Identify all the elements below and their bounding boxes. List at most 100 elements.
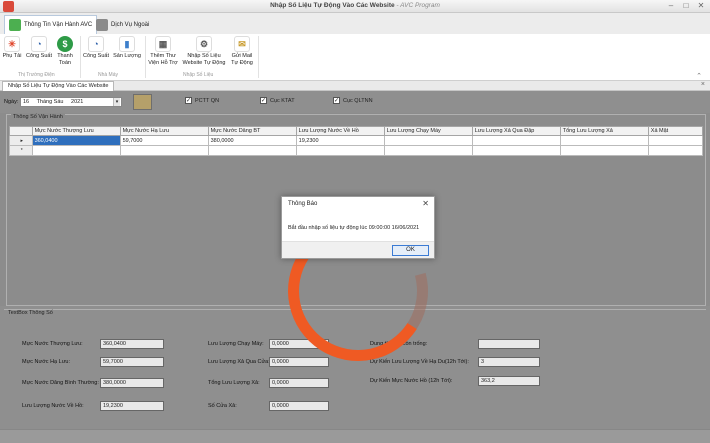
table-cell[interactable] [647, 145, 704, 156]
luu-luong-xa-qua-cua-input[interactable]: 0,0000 [269, 357, 329, 367]
ok-button[interactable]: OK [392, 245, 429, 256]
bar-chart-icon: ▮ [119, 36, 135, 52]
title-bar: Nhập Số Liệu Tự Động Vào Các Website - A… [0, 0, 710, 13]
tab-thong-tin-van-hanh[interactable]: Thông Tin Vận Hành AVC [4, 15, 98, 34]
table-cell[interactable] [383, 135, 473, 146]
button-label: Thanh Toán [57, 53, 73, 66]
library-icon: ▦ [155, 36, 171, 52]
date-picker[interactable]: 16 Tháng Sáu 2021 ▾ [20, 97, 122, 107]
checkbox-label: Cục KTAT [270, 97, 295, 104]
table-cell[interactable]: 360,0400 [31, 135, 121, 146]
column-header[interactable]: Tổng Lưu Lượng Xả [559, 126, 649, 136]
column-header[interactable]: Mực Nước Thượng Lưu [31, 126, 121, 136]
check-icon: ✓ [333, 97, 340, 104]
field-label: Dự Kiến Lưu Lượng Về Hạ Du(12h Tới): [370, 359, 469, 365]
so-cua-xa-input[interactable]: 0,0000 [269, 401, 329, 411]
table-cell[interactable] [119, 145, 209, 156]
button-label: Sản Lượng [113, 53, 141, 59]
table-cell[interactable] [295, 145, 385, 156]
status-bar [0, 429, 710, 443]
table-cell[interactable] [383, 145, 473, 156]
tools-icon [96, 18, 108, 31]
maximize-icon[interactable]: □ [681, 1, 691, 11]
group-separator [145, 36, 146, 78]
document-tab-label: Nhập Số Liệu Tự Động Vào Các Website [8, 83, 109, 89]
check-icon: ✓ [185, 97, 192, 104]
checkbox-cuc-qltnn[interactable]: ✓ Cục QLTNN [333, 97, 373, 104]
phu-tai-button[interactable]: ✳ Phụ Tải [2, 36, 22, 60]
gui-mail-button[interactable]: ✉ Gửi Mail Tự Động [229, 36, 255, 66]
table-cell[interactable] [207, 145, 297, 156]
table-cell[interactable]: 380,0000 [207, 135, 297, 146]
tong-luu-luong-xa-input[interactable]: 0,0000 [269, 378, 329, 388]
group-legend: Thông Số Vận Hành [11, 114, 65, 120]
column-header[interactable]: Lưu Lượng Chạy Máy [383, 126, 473, 136]
them-thu-vien-button[interactable]: ▦ Thêm Thư Viện Hỗ Trợ [148, 36, 178, 66]
close-icon[interactable]: ✕ [422, 199, 429, 208]
notification-dialog: Thông Báo ✕ Bắt đầu nhập số liệu tự động… [281, 196, 435, 259]
ribbon-tabs: Thông Tin Vận Hành AVC Dịch Vụ Ngoài [0, 13, 710, 34]
tab-dich-vu-ngoai[interactable]: Dịch Vụ Ngoài [92, 15, 153, 34]
table-cell[interactable] [647, 135, 704, 146]
field-label: Mực Nước Hạ Lưu: [22, 359, 70, 365]
filter-row: Ngày: 16 Tháng Sáu 2021 ▾ ✓ PCTT QN ✓ Cụ… [0, 91, 710, 113]
column-header[interactable]: Mực Nước Dâng BT [207, 126, 297, 136]
table-cell[interactable]: 59,7000 [119, 135, 209, 146]
du-kien-luu-luong-input[interactable]: 3 [478, 357, 540, 367]
close-icon[interactable]: ✕ [696, 1, 706, 11]
document-tab[interactable]: Nhập Số Liệu Tự Động Vào Các Website [2, 81, 115, 91]
checkbox-cuc-ktat[interactable]: ✓ Cục KTAT [260, 97, 295, 104]
minimize-icon[interactable]: – [666, 1, 676, 11]
dialog-footer: OK [282, 241, 434, 258]
du-kien-muc-nuoc-input[interactable]: 363,2 [478, 376, 540, 386]
nhap-so-lieu-website-button[interactable]: ⚙ Nhập Số Liệu Website Tự Động [182, 36, 226, 66]
muc-nuoc-ha-luu-input[interactable]: 59,7000 [100, 357, 164, 367]
dung-tich-ho-input[interactable] [478, 339, 540, 349]
column-header[interactable]: Mực Nước Hạ Lưu [119, 126, 209, 136]
dialog-message: Bắt đầu nhập số liệu tự động lúc 09:00:0… [288, 225, 420, 231]
date-day: 16 [23, 99, 30, 105]
table-cell[interactable] [471, 135, 561, 146]
table-cell[interactable] [559, 135, 649, 146]
column-header[interactable]: Lưu Lượng Xả Qua Đập [471, 126, 561, 136]
calendar-button[interactable] [133, 94, 152, 110]
cong-suat-button[interactable]: ◔ Công Suất [26, 36, 52, 60]
button-label: Gửi Mail Tự Động [231, 53, 253, 66]
checkbox-pctt-qn[interactable]: ✓ PCTT QN [185, 97, 219, 104]
field-label: Mực Nước Thượng Lưu: [22, 341, 83, 347]
luu-luong-nuoc-ve-ho-input[interactable]: 19,2300 [100, 401, 164, 411]
column-header[interactable]: Xả Mặt [647, 126, 704, 136]
date-label: Ngày: [4, 99, 19, 105]
table-cell[interactable] [559, 145, 649, 156]
collapse-ribbon-icon[interactable]: ⌃ [696, 72, 702, 80]
thanh-toan-button[interactable]: $ Thanh Toán [54, 36, 76, 66]
san-luong-button[interactable]: ▮ Sản Lượng [113, 36, 141, 60]
table-cell[interactable] [471, 145, 561, 156]
column-header[interactable]: Lưu Lượng Nước Về Hồ [295, 126, 385, 136]
button-label: Công Suất [26, 53, 52, 59]
dialog-title: Thông Báo [288, 201, 318, 207]
data-grid[interactable]: Mực Nước Thượng Lưu Mực Nước Hạ Lưu Mực … [9, 126, 704, 156]
new-row-icon: * [9, 145, 33, 156]
field-label: Lưu Lượng Xả Qua Cửa: [208, 359, 270, 365]
table-cell[interactable] [31, 145, 121, 156]
field-label: Lưu Lượng Chạy Máy: [208, 341, 264, 347]
button-label: Thêm Thư Viện Hỗ Trợ [148, 53, 178, 66]
close-document-icon[interactable]: × [701, 81, 705, 88]
table-cell[interactable]: 19,2300 [295, 135, 385, 146]
group-legend: TextBox Thông Số [8, 310, 53, 316]
group-label-nhap-so-lieu: Nhập Số Liệu [183, 72, 214, 78]
table-row[interactable]: ▸ 360,0400 59,7000 380,0000 19,2300 [9, 135, 704, 146]
window-title: Nhập Số Liệu Tự Động Vào Các Website - A… [0, 2, 710, 9]
table-row[interactable]: * [9, 145, 704, 156]
field-label: Lưu Lượng Nước Về Hồ: [22, 403, 84, 409]
check-icon: ✓ [260, 97, 267, 104]
date-dropdown-icon[interactable]: ▾ [113, 98, 120, 106]
gears-icon: ⚙ [196, 36, 212, 52]
button-label: Phụ Tải [2, 53, 22, 59]
button-label: Nhập Số Liệu Website Tự Động [182, 53, 226, 66]
gauge-icon: ◔ [88, 36, 104, 52]
muc-nuoc-dang-input[interactable]: 380,0000 [100, 378, 164, 388]
muc-nuoc-thuong-luu-input[interactable]: 360,0400 [100, 339, 164, 349]
cong-suat-nha-may-button[interactable]: ◔ Công Suất [83, 36, 109, 60]
